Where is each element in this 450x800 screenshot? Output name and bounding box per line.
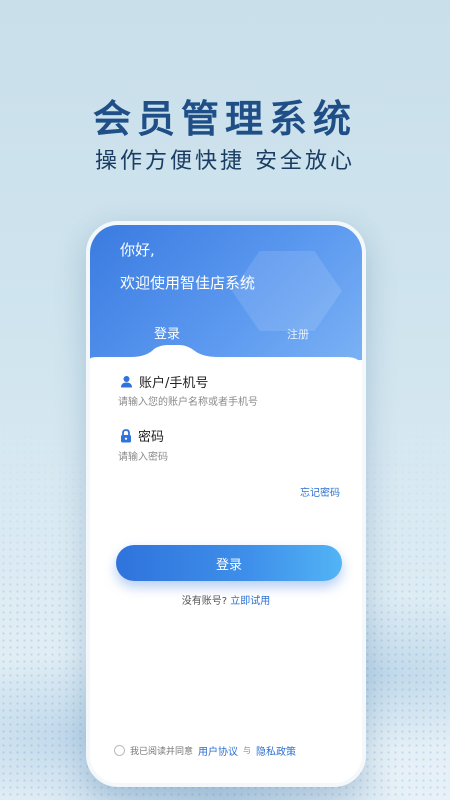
no-account-text: 没有账号? bbox=[181, 596, 228, 607]
lock-icon bbox=[120, 428, 132, 443]
password-label: 密码 bbox=[138, 430, 165, 445]
account-input[interactable] bbox=[118, 391, 338, 413]
forgot-password-link[interactable]: 忘记密码 bbox=[300, 484, 340, 499]
password-input[interactable] bbox=[118, 446, 338, 468]
agree-checkbox[interactable] bbox=[114, 745, 125, 756]
user-agreement-link[interactable]: 用户协议 bbox=[198, 743, 238, 758]
tab-register[interactable]: 注册 bbox=[287, 326, 309, 342]
account-label: 账户/手机号 bbox=[139, 376, 209, 391]
privacy-policy-link[interactable]: 隐私政策 bbox=[256, 743, 296, 758]
agreement-and: 与 bbox=[243, 746, 252, 755]
tab-login[interactable]: 登录 bbox=[154, 323, 180, 342]
signup-prompt: 没有账号? 立即试用 bbox=[90, 592, 362, 607]
welcome-text: 欢迎使用智佳店系统 bbox=[120, 274, 256, 292]
agreement-prefix: 我已阅读并同意 bbox=[130, 747, 194, 757]
try-now-link[interactable]: 立即试用 bbox=[230, 596, 270, 607]
password-label-row: 密码 bbox=[120, 426, 164, 445]
phone-mockup: 你好, 欢迎使用智佳店系统 登录 注册 账户/手机号 密码 忘记密码 登录 没有… bbox=[86, 221, 366, 787]
card-header: 你好, 欢迎使用智佳店系统 登录 注册 bbox=[90, 225, 362, 365]
login-button[interactable]: 登录 bbox=[116, 545, 342, 581]
hero-title: 会员管理系统 bbox=[92, 97, 357, 141]
form-area: 账户/手机号 密码 忘记密码 登录 没有账号? 立即试用 我已阅读并同意 用户协… bbox=[90, 360, 362, 783]
account-label-row: 账户/手机号 bbox=[120, 372, 208, 391]
agreement-row: 我已阅读并同意 用户协议 与 隐私政策 bbox=[114, 743, 296, 758]
user-icon bbox=[120, 375, 133, 388]
greeting-text: 你好, bbox=[120, 241, 155, 259]
hero-subtitle: 操作方便快捷 安全放心 bbox=[95, 149, 355, 174]
